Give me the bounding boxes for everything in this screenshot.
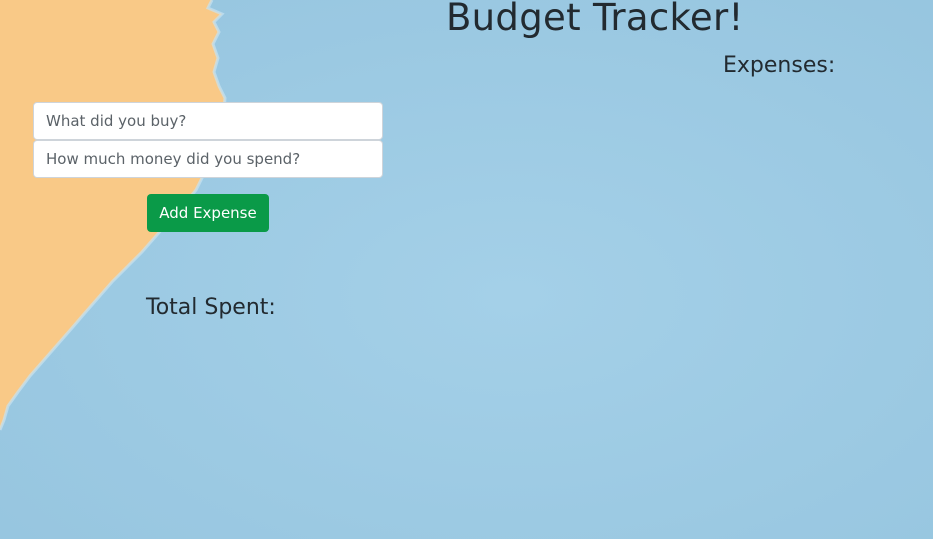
total-spent-heading: Total Spent: bbox=[146, 295, 276, 320]
expenses-heading: Expenses: bbox=[723, 53, 836, 78]
torn-paper-background bbox=[0, 0, 933, 539]
item-input[interactable] bbox=[33, 102, 383, 140]
add-expense-button[interactable]: Add Expense bbox=[147, 194, 269, 232]
page-title: Budget Tracker! bbox=[446, 0, 744, 39]
amount-input[interactable] bbox=[33, 140, 383, 178]
